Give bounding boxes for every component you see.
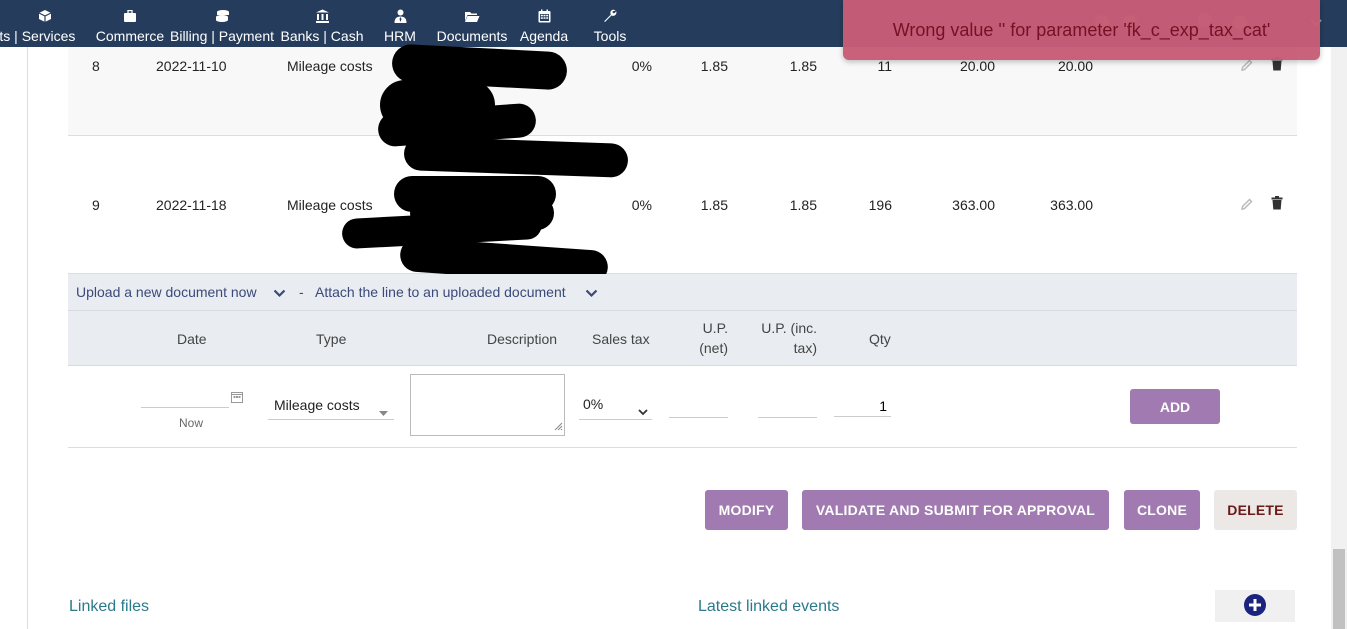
line-total-inc: 363.00 — [1050, 197, 1093, 213]
line-qty: 196 — [868, 197, 892, 213]
header-description: Description — [487, 331, 558, 347]
line-type: Mileage costs — [287, 197, 373, 213]
wrench-icon — [603, 5, 617, 27]
calendar-icon — [538, 5, 551, 27]
edit-icon[interactable] — [1240, 197, 1254, 214]
now-link[interactable]: Now — [179, 416, 203, 430]
nav-label: HRM — [384, 28, 416, 44]
left-panel-edge — [0, 47, 28, 629]
up-net-input[interactable] — [669, 396, 728, 418]
header-up-net-line1: U.P. — [702, 320, 728, 336]
linked-files-title: Linked files — [69, 598, 150, 615]
header-up-inc-line1: U.P. (inc. — [761, 320, 817, 336]
new-line-form: Now Mileage costs 0% ADD — [68, 366, 1297, 448]
resize-handle-icon[interactable] — [553, 418, 563, 434]
delete-button[interactable]: DELETE — [1214, 490, 1297, 530]
line-date: 2022-11-18 — [156, 197, 227, 213]
plus-circle-icon — [1243, 593, 1267, 620]
tax-select[interactable]: 0% — [579, 392, 652, 420]
nav-hrm[interactable]: HRM — [376, 0, 424, 47]
chevron-down-icon[interactable] — [585, 285, 598, 301]
table-row: 9 2022-11-18 Mileage costs 0% 1.85 1.85 … — [68, 136, 1297, 274]
error-toast[interactable]: Wrong value '' for parameter 'fk_c_exp_t… — [843, 0, 1320, 60]
nav-label: Agenda — [519, 28, 569, 44]
chevron-down-icon[interactable] — [273, 285, 286, 301]
type-select[interactable]: Mileage costs — [268, 394, 394, 420]
line-up-inc: 1.85 — [789, 58, 817, 74]
caret-down-icon — [379, 404, 388, 420]
nav-label: Billing | Payment — [170, 28, 275, 44]
scrollbar[interactable] — [1331, 47, 1347, 629]
header-up-net: U.P. (net) — [668, 318, 728, 358]
folder-open-icon — [464, 5, 480, 27]
nav-label: Banks | Cash — [280, 28, 364, 44]
upload-bar: Upload a new document now - Attach the l… — [68, 274, 1297, 310]
line-tax: 0% — [631, 58, 652, 74]
nav-documents[interactable]: Documents — [434, 0, 510, 47]
header-type: Type — [316, 331, 347, 347]
scrollbar-thumb[interactable] — [1333, 549, 1345, 629]
nav-agenda[interactable]: Agenda — [518, 0, 570, 47]
header-sales-tax: Sales tax — [592, 331, 650, 347]
clone-button[interactable]: CLONE — [1124, 490, 1200, 530]
error-message: Wrong value '' for parameter 'fk_c_exp_t… — [892, 19, 1271, 40]
header-up-inc-line2: tax) — [793, 340, 817, 356]
chevron-down-icon — [638, 403, 648, 419]
line-qty: 11 — [877, 58, 892, 74]
line-tax: 0% — [631, 197, 652, 213]
latest-events-title: Latest linked events — [698, 598, 840, 615]
up-inc-input[interactable] — [758, 396, 817, 418]
qty-input[interactable] — [834, 395, 891, 417]
separator: - — [299, 284, 304, 300]
modify-button[interactable]: MODIFY — [705, 490, 788, 530]
add-event-button[interactable] — [1215, 590, 1295, 622]
line-up-net: 1.85 — [700, 58, 728, 74]
nav-products-services[interactable]: ucts | Services — [0, 0, 90, 47]
date-input[interactable] — [141, 386, 229, 408]
type-select-value: Mileage costs — [274, 397, 360, 413]
nav-label: Commerce — [95, 28, 165, 44]
validate-submit-button[interactable]: VALIDATE AND SUBMIT FOR APPROVAL — [802, 490, 1109, 530]
nav-label: Documents — [436, 28, 508, 44]
line-total-net: 20.00 — [959, 58, 995, 74]
add-line-button[interactable]: ADD — [1130, 389, 1220, 424]
description-textarea[interactable] — [410, 374, 565, 436]
nav-tools[interactable]: Tools — [588, 0, 632, 47]
nav-banks-cash[interactable]: Banks | Cash — [280, 0, 364, 47]
nav-label: ucts | Services — [0, 28, 76, 44]
line-up-net: 1.85 — [700, 197, 728, 213]
header-up-inc: U.P. (inc. tax) — [737, 318, 817, 358]
user-tie-icon — [394, 5, 407, 27]
line-total-inc: 20.00 — [1057, 58, 1093, 74]
nav-commerce[interactable]: Commerce — [96, 0, 164, 47]
attach-document-link[interactable]: Attach the line to an uploaded document — [315, 284, 566, 300]
tax-select-value: 0% — [583, 396, 604, 412]
edit-icon[interactable] — [1240, 58, 1254, 75]
cube-icon — [38, 5, 52, 27]
briefcase-icon — [123, 5, 137, 27]
line-type: Mileage costs — [287, 58, 373, 74]
line-up-inc: 1.85 — [789, 197, 817, 213]
header-qty: Qty — [869, 331, 891, 347]
upload-new-document-link[interactable]: Upload a new document now — [76, 284, 257, 300]
header-date: Date — [177, 331, 207, 347]
line-date: 2022-11-10 — [156, 58, 227, 74]
nav-label: Tools — [593, 28, 627, 44]
nav-billing-payment[interactable]: Billing | Payment — [170, 0, 274, 47]
header-up-net-line2: (net) — [699, 340, 728, 356]
line-number: 8 — [92, 58, 100, 74]
new-line-header: Date Type Description Sales tax U.P. (ne… — [68, 310, 1297, 366]
calendar-icon[interactable] — [231, 390, 243, 406]
line-number: 9 — [92, 197, 100, 213]
coins-icon — [215, 5, 230, 27]
bank-icon — [315, 5, 330, 27]
line-total-net: 363.00 — [952, 197, 995, 213]
trash-icon[interactable] — [1271, 196, 1283, 213]
table-row: 8 2022-11-10 Mileage costs 0% 1.85 1.85 … — [68, 47, 1297, 136]
